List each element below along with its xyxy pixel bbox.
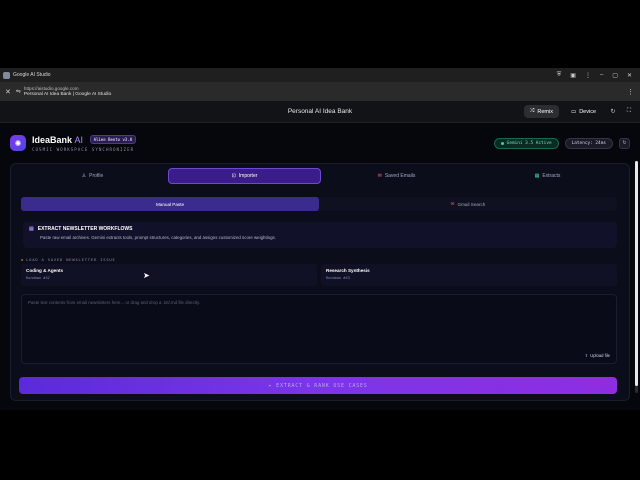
scrollbar[interactable] <box>635 161 638 393</box>
brain-logo-icon: ✺ <box>10 135 26 151</box>
device-icon: ▭ <box>570 108 577 115</box>
section-label-text: LOAD A SAVED NEWSLETTER ISSUE <box>26 257 116 262</box>
ai-studio-icon <box>3 71 10 79</box>
import-mode-tabs: Manual Paste ✉ Gmail Search <box>21 197 617 211</box>
more-vert-icon[interactable]: ⋮ <box>585 72 591 79</box>
list-item[interactable]: Research Synthesis Rundown #43 <box>321 264 617 286</box>
tab-gmail-search[interactable]: ✉ Gmail Search <box>319 197 617 211</box>
tab-importer[interactable]: ⊡ Importer <box>168 168 321 184</box>
extension-icon[interactable]: ⛨ <box>557 72 562 79</box>
version-badge: Alien Bento v3.0 <box>89 134 137 144</box>
tab-label: Profile <box>89 173 104 179</box>
refresh-icon[interactable]: ↻ <box>608 108 618 115</box>
remix-icon: ⤮ <box>529 108 535 114</box>
issue-number: Rundown #43 <box>326 276 350 280</box>
user-icon: ♙ <box>81 173 87 179</box>
tab-extracts[interactable]: ▦ Extracts <box>472 168 623 184</box>
main-tabs: ♙ Profile ⊡ Importer ✉ Saved Emails ▦ Ex… <box>17 168 623 184</box>
issue-number: Rundown #42 <box>26 276 50 280</box>
close-window-icon[interactable]: ✕ <box>627 72 632 79</box>
site-settings-icon[interactable]: ⇋ <box>16 88 21 95</box>
tab-saved-emails[interactable]: ✉ Saved Emails <box>321 168 472 184</box>
subtab-label: Gmail Search <box>457 201 486 207</box>
app-title: Personal AI Idea Bank <box>287 108 353 115</box>
window-controls: ⛨ ▣ ⋮ – ▢ ✕ <box>557 72 632 79</box>
mail-icon: ✉ <box>377 173 382 179</box>
upload-file-button[interactable]: ⇪ Upload file <box>585 353 610 358</box>
tab-manual-paste[interactable]: Manual Paste <box>21 197 319 211</box>
device-label: Device <box>579 108 596 115</box>
tagline: COSMIC WORKSPACE SYNCHRONIZER <box>32 146 135 152</box>
saved-issues-list: Coding & Agents Rundown #42 Research Syn… <box>21 264 617 286</box>
info-card: ▤ EXTRACT NEWSLETTER WORKFLOWS Paste raw… <box>23 222 617 248</box>
scrollbar-thumb[interactable] <box>635 161 638 386</box>
gemini-status-chip: Gemini 3.5 Active <box>493 137 559 149</box>
newsletter-textarea[interactable]: Paste text contents from email newslette… <box>21 294 617 364</box>
tab-page-title: Personal AI Idea Bank | Google AI Studio <box>23 92 112 97</box>
mail-icon: ✉ <box>450 201 455 206</box>
address-bar: ✕ ⇋ https://aistudio.google.com Personal… <box>0 82 640 101</box>
latency-chip: Latency: 24ms <box>564 137 613 149</box>
sparkle-icon: ✦ <box>268 382 273 389</box>
close-icon[interactable]: ✕ <box>5 88 11 96</box>
tab-label: Importer <box>238 173 258 179</box>
mouse-cursor-icon: ➤ <box>143 271 150 280</box>
tab-label: Extracts <box>542 173 561 179</box>
fullscreen-icon[interactable]: ⛶ <box>624 108 634 115</box>
inbox-icon: ⊡ <box>231 173 236 179</box>
list-item[interactable]: Coding & Agents Rundown #42 <box>21 264 317 286</box>
upload-icon: ⇪ <box>584 353 589 358</box>
maximize-icon[interactable]: ▢ <box>612 72 618 79</box>
status-dot-icon <box>500 141 504 145</box>
issue-name: Coding & Agents <box>26 268 64 273</box>
upload-label: Upload file <box>590 353 610 358</box>
brand-name-text: IdeaBank <box>32 134 73 145</box>
gemini-status-label: Gemini 3.5 Active <box>506 140 552 146</box>
cast-icon[interactable]: ▣ <box>570 72 576 79</box>
app-header: ✺ IdeaBank AI Alien Bento v3.0 COSMIC WO… <box>10 129 630 157</box>
importer-panel: ♙ Profile ⊡ Importer ✉ Saved Emails ▦ Ex… <box>10 163 630 401</box>
info-description: Paste raw email archives. Gemini extract… <box>40 235 276 240</box>
remix-label: Remix <box>537 108 553 115</box>
document-icon: ▤ <box>29 226 34 232</box>
extract-button-label: EXTRACT & RANK USE CASES <box>276 382 368 389</box>
window-title: Google AI Studio <box>13 72 51 78</box>
brand-name: IdeaBank AI Alien Bento v3.0 <box>32 134 137 145</box>
app-top-bar: Personal AI Idea Bank ⤮ Remix ▭ Device ↻… <box>0 101 640 123</box>
grid-icon: ▦ <box>534 173 540 179</box>
tab-label: Saved Emails <box>384 173 416 179</box>
saved-issue-section-label: ▰ LOAD A SAVED NEWSLETTER ISSUE <box>21 257 116 262</box>
textarea-placeholder: Paste text contents from email newslette… <box>28 300 200 305</box>
url-text[interactable]: https://aistudio.google.com <box>24 86 111 91</box>
brand-suffix: AI <box>74 134 84 145</box>
minimize-icon[interactable]: – <box>600 72 603 79</box>
more-vert-icon[interactable]: ⋮ <box>627 88 634 96</box>
extract-rank-button[interactable]: ✦ EXTRACT & RANK USE CASES <box>19 377 617 394</box>
subtab-label: Manual Paste <box>155 201 185 207</box>
latency-label: Latency: 24ms <box>571 140 606 146</box>
idea-bank-app: ✺ IdeaBank AI Alien Bento v3.0 COSMIC WO… <box>0 123 640 410</box>
window-titlebar: Google AI Studio ⛨ ▣ ⋮ – ▢ ✕ <box>0 68 640 82</box>
remix-button[interactable]: ⤮ Remix <box>523 105 559 118</box>
tab-profile[interactable]: ♙ Profile <box>17 168 168 184</box>
folder-icon: ▰ <box>21 257 25 262</box>
device-button[interactable]: ▭ Device <box>565 105 602 118</box>
refresh-icon[interactable]: ↻ <box>619 137 630 149</box>
info-title: EXTRACT NEWSLETTER WORKFLOWS <box>37 226 133 232</box>
issue-name: Research Synthesis <box>326 268 370 273</box>
